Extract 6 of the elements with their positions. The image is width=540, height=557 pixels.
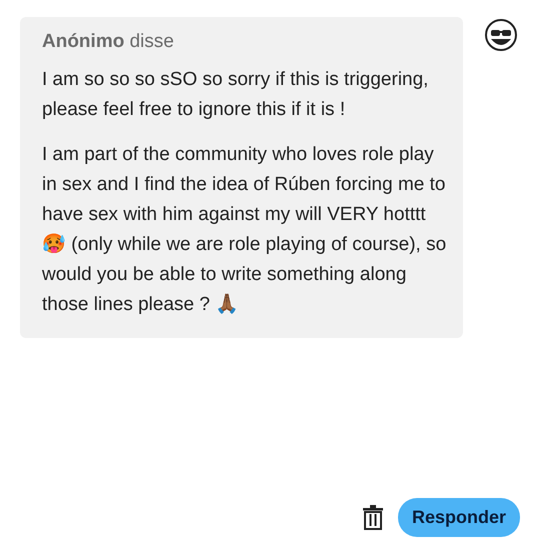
reply-button[interactable]: Responder — [398, 498, 520, 537]
trash-icon[interactable] — [362, 504, 384, 530]
sender-line: Anónimo disse — [42, 31, 175, 53]
message-paragraph: I am part of the community who loves role play in sex and I find the idea of Rúben forcing me to have sex with him against my will VERY hotttt🥵 (only while we are role playing of course), so would you be able to write something along those lines please ? 🙏🏾 — [42, 143, 447, 317]
message-paragraph: I am so so so sSO so sorry if this is triggering, please feel free to ignore this if it is ! — [42, 68, 430, 122]
avatar-icon — [485, 19, 517, 51]
